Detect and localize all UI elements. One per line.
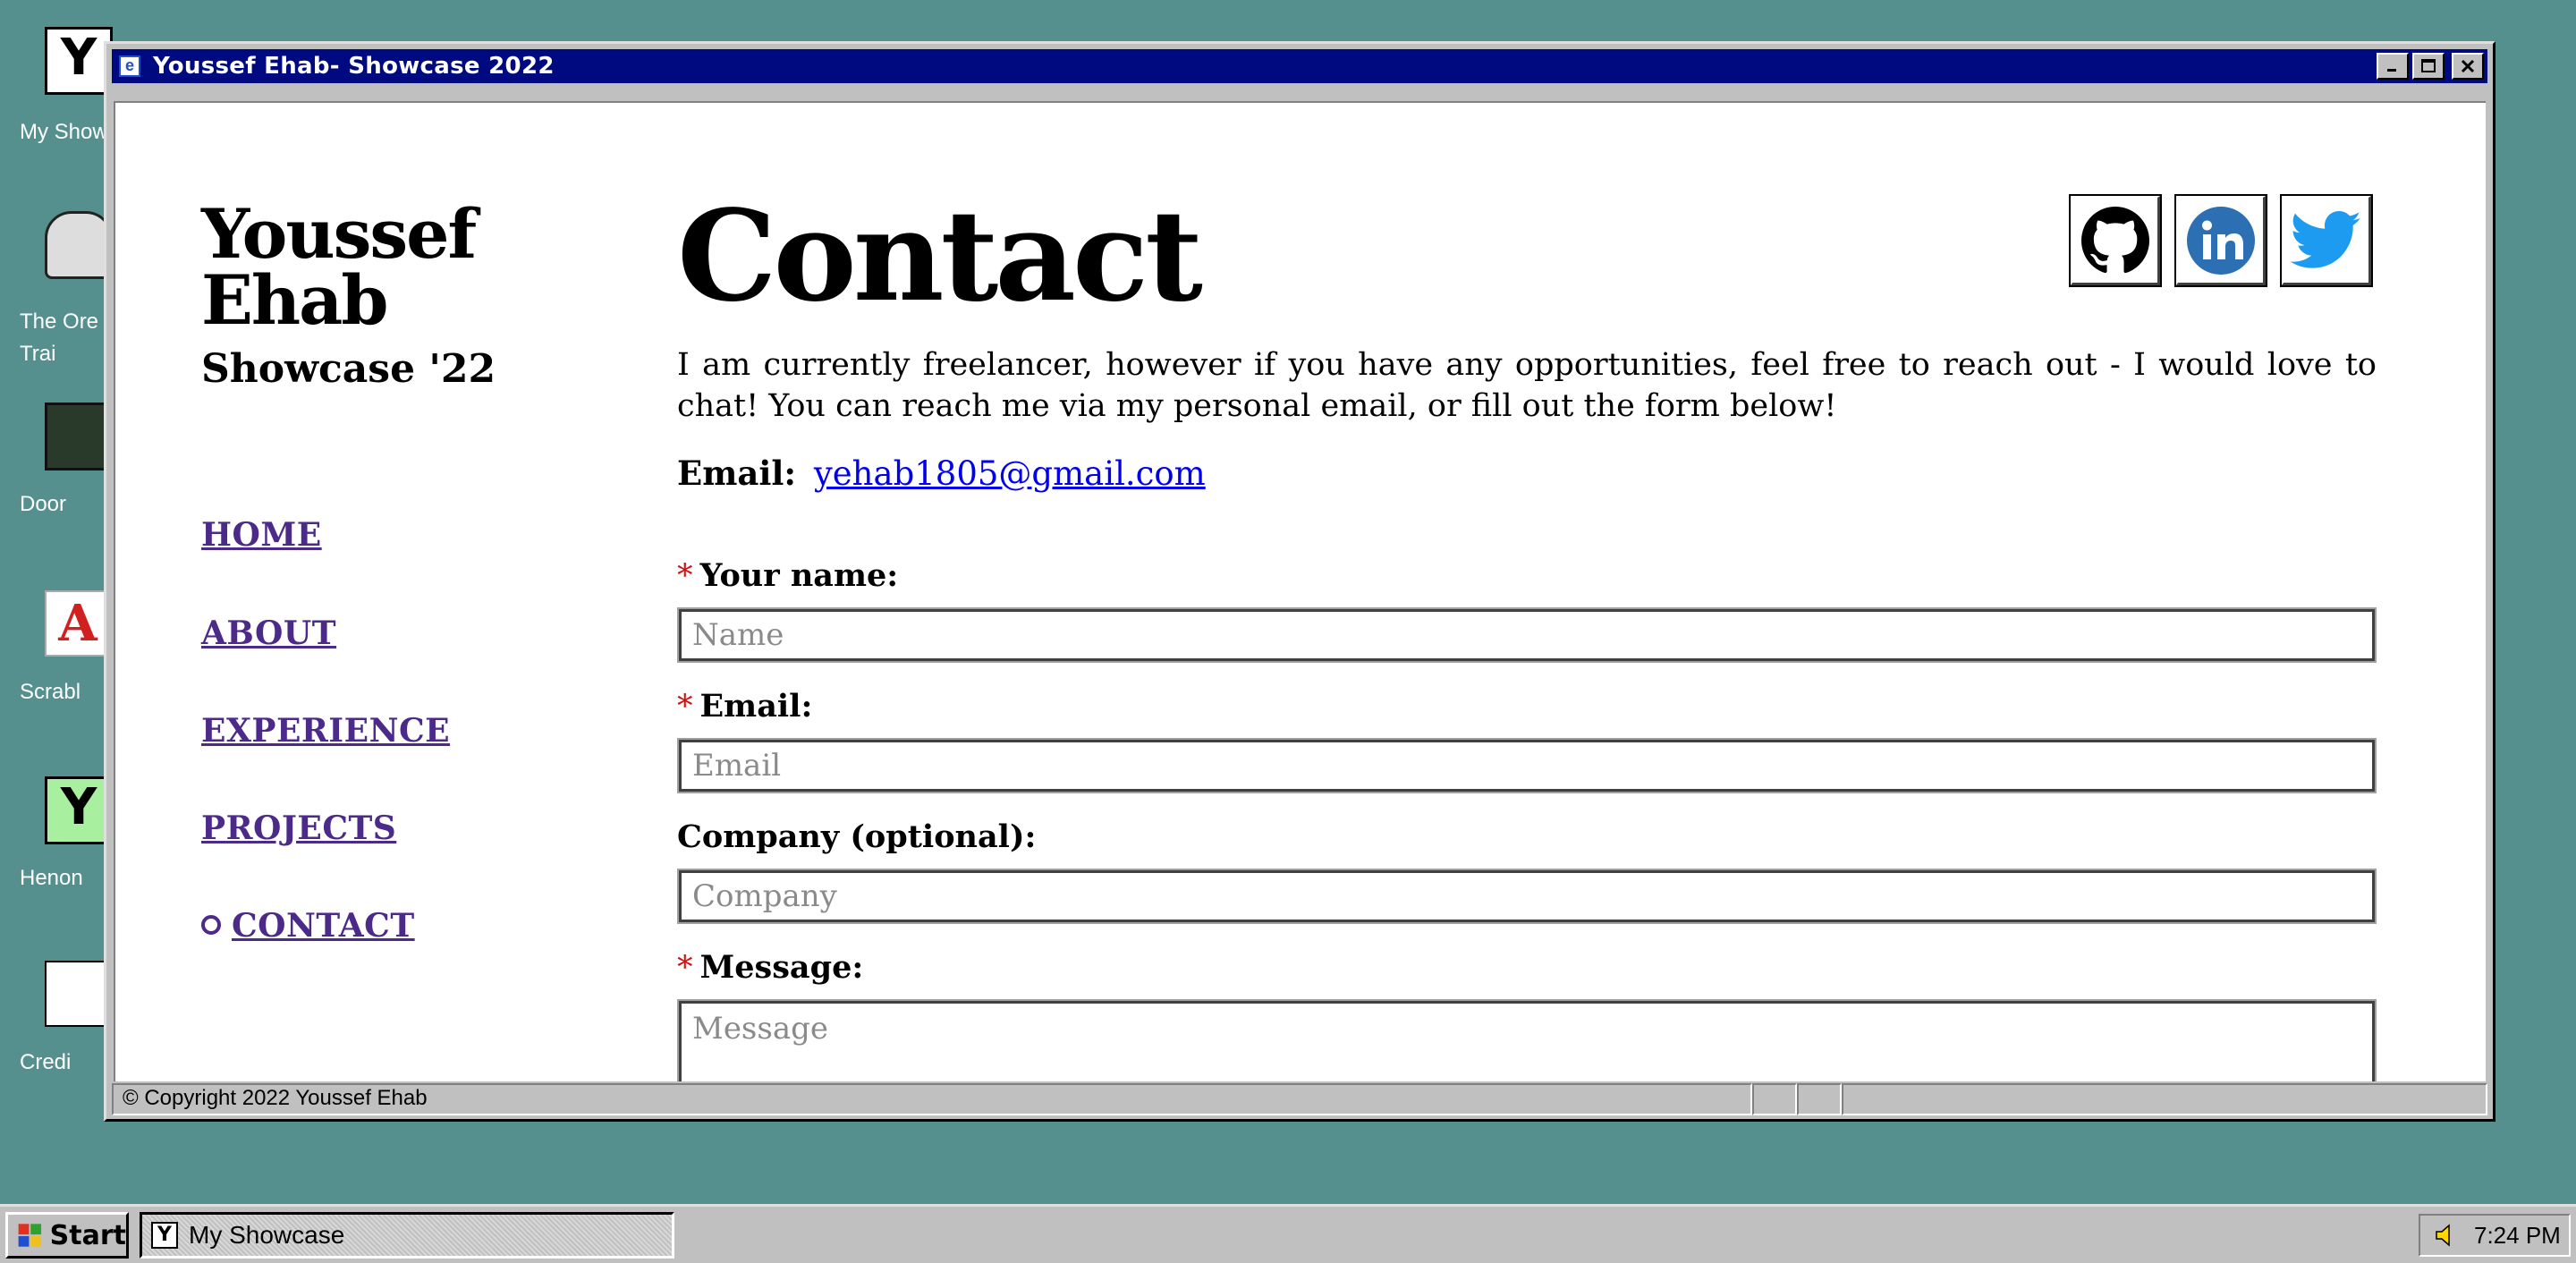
email-field-label: * Email:	[677, 688, 812, 725]
close-icon	[2461, 59, 2475, 73]
start-button[interactable]: Start	[5, 1212, 129, 1259]
page-title: Contact	[677, 183, 1203, 330]
minimize-button[interactable]	[2377, 53, 2409, 80]
linkedin-link[interactable]	[2174, 194, 2267, 287]
nav-contact[interactable]: CONTACT	[201, 907, 415, 945]
required-marker: *	[677, 950, 693, 986]
showcase-icon: Y	[151, 1222, 178, 1249]
nav-contact-label: CONTACT	[232, 907, 415, 945]
nav-experience[interactable]: EXPERIENCE	[201, 712, 450, 750]
social-links	[2069, 194, 2373, 287]
nav-home[interactable]: HOME	[201, 516, 322, 554]
contact-email-line: Email: yehab1805@gmail.com	[677, 453, 1206, 493]
wagon-icon	[45, 211, 113, 279]
name-input[interactable]	[677, 607, 2377, 663]
required-marker: *	[677, 689, 693, 725]
email-link[interactable]: yehab1805@gmail.com	[814, 454, 1206, 493]
required-marker: *	[677, 558, 693, 594]
email-input[interactable]	[677, 738, 2377, 793]
taskbar-item-label: My Showcase	[189, 1221, 345, 1249]
window-title: Youssef Ehab- Showcase 2022	[153, 53, 555, 80]
browser-icon: e	[119, 55, 140, 77]
company-input[interactable]	[677, 869, 2377, 924]
name-label-text: Your name:	[699, 557, 899, 594]
email-label: Email:	[677, 453, 797, 493]
twitter-link[interactable]	[2280, 194, 2373, 287]
status-pane	[1842, 1083, 2487, 1115]
speaker-icon[interactable]	[2433, 1222, 2460, 1249]
active-indicator-icon	[201, 915, 221, 935]
message-label-text: Message:	[699, 949, 864, 986]
minimize-icon	[2387, 69, 2396, 72]
henon-icon: Y	[45, 776, 113, 844]
taskbar-item-my-showcase[interactable]: Y My Showcase	[140, 1212, 674, 1259]
doom-icon	[45, 403, 113, 470]
nav-about[interactable]: ABOUT	[201, 615, 336, 652]
status-pane	[1752, 1083, 1797, 1115]
company-field-label: Company (optional):	[677, 818, 1037, 855]
site-subtitle: Showcase '22	[201, 346, 496, 392]
github-link[interactable]	[2069, 194, 2162, 287]
twitter-icon	[2290, 210, 2361, 268]
nav-projects[interactable]: PROJECTS	[201, 810, 396, 847]
clock: 7:24 PM	[2474, 1221, 2561, 1249]
email-label-text: Email:	[699, 688, 813, 725]
window-titlebar[interactable]: e Youssef Ehab- Showcase 2022	[112, 49, 2487, 83]
site-owner-name: Youssef Ehab	[201, 194, 477, 340]
system-tray: 7:24 PM	[2419, 1214, 2571, 1257]
status-bar: © Copyright 2022 Youssef Ehab	[112, 1081, 2487, 1115]
maximize-icon	[2421, 59, 2436, 72]
taskbar: Start Y My Showcase 7:24 PM	[0, 1204, 2576, 1263]
maximize-button[interactable]	[2412, 53, 2445, 80]
name-line-2: Ehab	[201, 260, 389, 340]
close-button[interactable]	[2452, 53, 2484, 80]
scrabble-icon: A	[45, 590, 111, 657]
status-pane	[1797, 1083, 1842, 1115]
start-label: Start	[49, 1219, 126, 1251]
page-content: Youssef Ehab Showcase '22 HOME ABOUT EXP…	[114, 101, 2486, 1105]
github-icon	[2080, 206, 2149, 273]
linkedin-icon	[2186, 206, 2255, 275]
status-copyright: © Copyright 2022 Youssef Ehab	[112, 1083, 1752, 1115]
showcase-icon: Y	[45, 27, 113, 95]
windows-logo-icon	[18, 1224, 42, 1247]
message-field-label: * Message:	[677, 949, 863, 986]
document-icon	[45, 961, 111, 1027]
contact-intro: I am currently freelancer, however if yo…	[677, 347, 2377, 424]
name-field-label: * Your name:	[677, 557, 898, 594]
browser-window: e Youssef Ehab- Showcase 2022 Youssef Eh…	[104, 41, 2496, 1122]
name-line-1: Youssef	[201, 194, 477, 274]
